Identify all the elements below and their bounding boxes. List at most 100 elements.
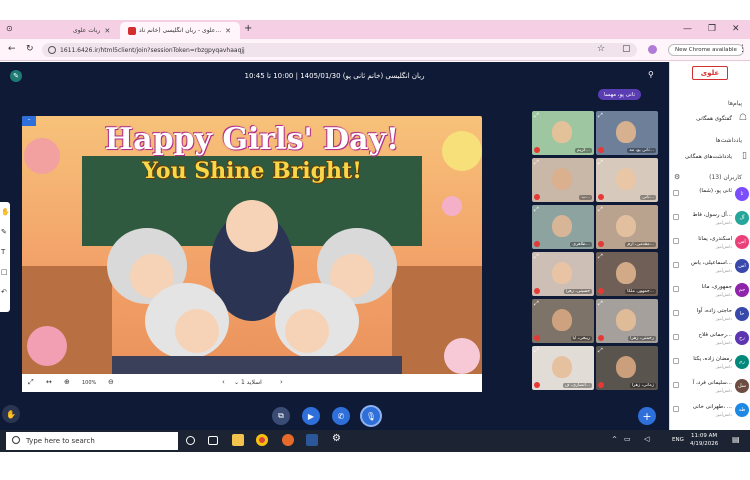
expand-icon[interactable]: ⤢ <box>598 159 603 167</box>
minimize-icon[interactable]: — <box>683 24 692 34</box>
user-row[interactable]: ثا ثانی پو، (شما) <box>670 186 750 206</box>
expand-icon[interactable]: ⤢ <box>534 206 539 214</box>
expand-icon[interactable]: ⤢ <box>598 206 603 214</box>
expand-icon[interactable]: ⤢ <box>534 253 539 261</box>
settings-gear-icon[interactable]: ⚙ <box>674 173 680 181</box>
video-tile[interactable]: ⤢ انصاری، ف... <box>532 346 594 390</box>
tab-robot[interactable]: ربات علوی ✕ <box>68 22 120 39</box>
text-tool-icon[interactable]: T <box>1 248 5 256</box>
zoom-in-icon[interactable]: ⊕ <box>64 378 70 386</box>
video-tile[interactable]: ⤢ کریم... <box>532 111 594 155</box>
hand-tool-icon[interactable]: ✋ <box>1 208 10 216</box>
expand-icon[interactable]: ⤢ <box>598 300 603 308</box>
reload-icon[interactable]: ↻ <box>26 44 34 54</box>
firefox-icon[interactable] <box>282 434 294 446</box>
task-view-icon[interactable] <box>208 436 218 445</box>
file-explorer-icon[interactable] <box>232 434 244 446</box>
back-icon[interactable]: ← <box>8 44 16 54</box>
close-icon[interactable]: ✕ <box>104 27 110 35</box>
video-tile[interactable]: ⤢ حسینی، زهرا <box>532 252 594 296</box>
share-screen-button[interactable]: ⧉ <box>272 407 290 425</box>
user-row[interactable]: اس اسکندری، یمانا دانش‌آموز <box>670 234 750 254</box>
video-tile[interactable]: ⤢ ثانی... <box>596 158 658 202</box>
expand-icon[interactable]: ⤢ <box>534 112 539 120</box>
chrome-update-button[interactable]: New Chrome available <box>668 44 744 56</box>
select-checkbox[interactable] <box>673 190 679 196</box>
select-checkbox[interactable] <box>673 286 679 292</box>
video-tile[interactable]: ⤢ زمانی، زهرا <box>596 346 658 390</box>
url-field[interactable]: 1611.6426.ir/html5client/join?sessionTok… <box>42 43 637 57</box>
taskbar-search-field[interactable]: Type here to search <box>6 432 178 450</box>
user-row[interactable]: طه طهرانی خانی، ... دانش‌آموز <box>670 402 750 422</box>
cortana-icon[interactable] <box>186 436 195 445</box>
clock[interactable]: 11:09 AM 4/19/2026 <box>690 432 718 448</box>
video-tile[interactable]: ⤢ ربیعی، آیا <box>532 299 594 343</box>
slide-select[interactable]: ⌄ اسلاید 1 <box>234 379 262 386</box>
shared-notes-item[interactable]: ▯ یادداشت‌های همگانی <box>670 150 750 170</box>
browser-menu-icon[interactable]: ⊙ <box>6 24 13 33</box>
select-checkbox[interactable] <box>673 238 679 244</box>
tray-chevron-icon[interactable]: ^ <box>612 436 617 443</box>
video-tile[interactable]: ⤢ رحمتی، زهرا <box>596 299 658 343</box>
zoom-out-icon[interactable]: ⊖ <box>108 378 114 386</box>
prev-slide-icon[interactable]: ‹ <box>222 378 225 386</box>
slide-minimize-button[interactable]: – <box>22 116 36 126</box>
user-row[interactable]: رم رمضان زاده، یکتا دانش‌آموز <box>670 354 750 374</box>
expand-icon[interactable]: ⤢ <box>598 347 603 355</box>
tab-class[interactable]: علوی - ربان انگلیسی (خانم ناد... ✕ <box>120 22 240 39</box>
language-indicator[interactable]: ENG <box>672 437 684 443</box>
network-icon[interactable]: ▭ <box>624 435 631 443</box>
volume-icon[interactable]: ◁ <box>644 435 649 443</box>
bookmark-star-icon[interactable]: ☆ <box>597 44 605 54</box>
shape-tool-icon[interactable]: □ <box>1 268 8 276</box>
camera-button[interactable]: ▶ <box>302 407 320 425</box>
expand-icon[interactable]: ⤢ <box>534 347 539 355</box>
close-window-icon[interactable]: ✕ <box>732 24 740 34</box>
word-icon[interactable] <box>306 434 318 446</box>
public-chat-item[interactable]: ☖ گفتگوی همگانی <box>670 112 750 132</box>
leave-audio-button[interactable]: ✆ <box>332 407 350 425</box>
user-row[interactable]: اس اسماعیلی، یاس... دانش‌آموز <box>670 258 750 278</box>
more-menu-icon[interactable]: ⋮ <box>738 44 747 54</box>
user-row[interactable]: حا حاجتی زاده، آوا دانش‌آموز <box>670 306 750 326</box>
select-checkbox[interactable] <box>673 334 679 340</box>
select-checkbox[interactable] <box>673 262 679 268</box>
profile-avatar[interactable] <box>648 45 657 54</box>
video-tile[interactable]: ⤢ جمهور، ملکا... <box>596 252 658 296</box>
select-checkbox[interactable] <box>673 406 679 412</box>
select-checkbox[interactable] <box>673 310 679 316</box>
next-slide-icon[interactable]: › <box>280 378 283 386</box>
user-row[interactable]: رح رحمانی فلاح... دانش‌آموز <box>670 330 750 350</box>
user-row[interactable]: جم جمهوری، مانا دانش‌آموز <box>670 282 750 302</box>
user-icon[interactable]: ⚲ <box>648 70 654 79</box>
raise-hand-button[interactable]: ✋ <box>2 405 20 423</box>
maximize-icon[interactable]: ❐ <box>708 24 716 34</box>
fit-width-icon[interactable]: ↔ <box>46 378 52 386</box>
site-info-icon[interactable] <box>48 46 56 54</box>
settings-icon[interactable]: ⚙ <box>332 433 344 445</box>
video-tile[interactable]: ⤢ طاهری... <box>532 205 594 249</box>
notifications-icon[interactable]: ▤ <box>732 435 740 444</box>
user-row[interactable]: سل سلیمانی فرد، آ... دانش‌آموز <box>670 378 750 398</box>
pen-tool-icon[interactable]: ✎ <box>1 228 7 236</box>
select-checkbox[interactable] <box>673 382 679 388</box>
select-checkbox[interactable] <box>673 358 679 364</box>
select-checkbox[interactable] <box>673 214 679 220</box>
close-icon[interactable]: ✕ <box>225 27 231 35</box>
chrome-icon[interactable] <box>256 434 268 446</box>
new-tab-button[interactable]: + <box>244 23 252 34</box>
video-tile[interactable]: ⤢ ب... <box>532 158 594 202</box>
video-tile[interactable]: ⤢ مقدمی، ارم... <box>596 205 658 249</box>
fullscreen-icon[interactable]: ⤢ <box>28 378 34 387</box>
expand-icon[interactable]: ⤢ <box>598 253 603 261</box>
expand-icon[interactable]: ⤢ <box>598 112 603 120</box>
expand-icon[interactable]: ⤢ <box>534 300 539 308</box>
extensions-icon[interactable]: ▢ <box>622 44 631 54</box>
video-tile[interactable]: ⤢ ثانی پو، مه... <box>596 111 658 155</box>
microphone-button[interactable]: 🎙 <box>362 407 380 425</box>
user-row[interactable]: آل آل رسول، فاط... دانش‌آموز <box>670 210 750 230</box>
undo-icon[interactable]: ↶ <box>1 288 7 296</box>
expand-icon[interactable]: ⤢ <box>534 159 539 167</box>
actions-plus-button[interactable]: + <box>638 407 656 425</box>
tile-name: حسینی، زهرا <box>563 289 592 294</box>
